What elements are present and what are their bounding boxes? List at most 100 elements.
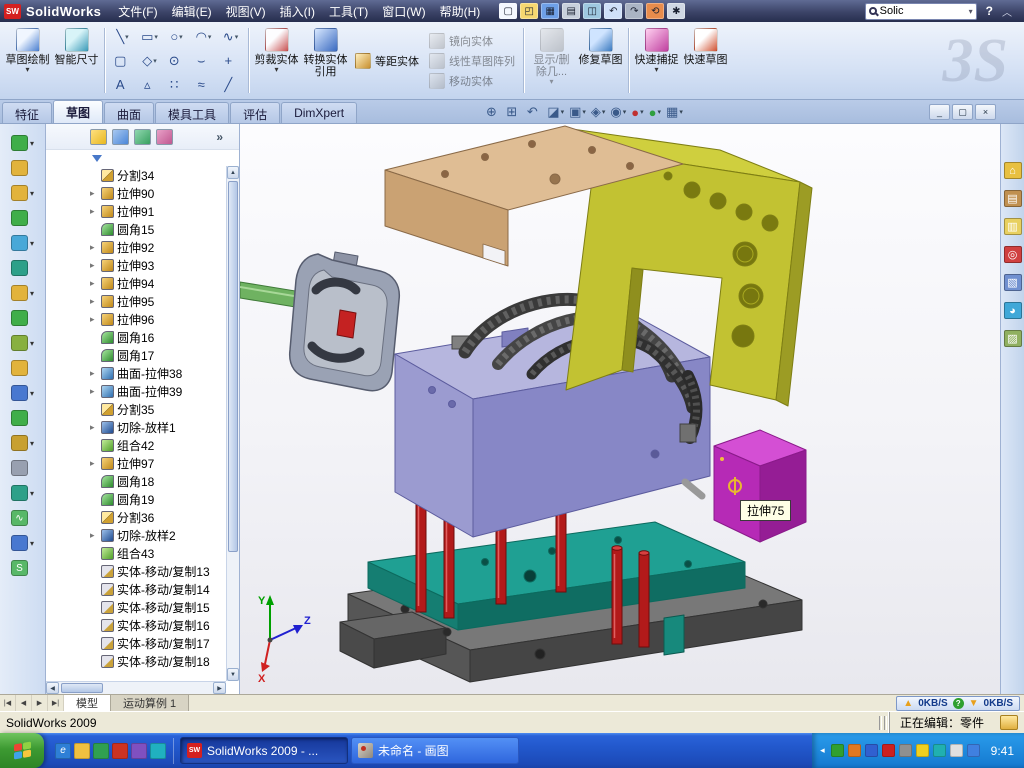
- sketch-tool-button[interactable]: ▭▾: [136, 25, 163, 49]
- offset-entities-button[interactable]: 等距实体: [351, 52, 423, 70]
- hide-show-items-icon[interactable]: ◉▾: [610, 104, 626, 120]
- model-tab[interactable]: 模型: [64, 695, 111, 711]
- expand-arrow-icon[interactable]: ▸: [90, 422, 98, 433]
- restore-button[interactable]: ▢: [952, 104, 973, 120]
- tree-item[interactable]: ▸ 组合42: [90, 436, 226, 454]
- appearances-scenes-icon[interactable]: ◕: [1004, 302, 1022, 319]
- dropdown-arrow-icon[interactable]: ▾: [30, 389, 34, 398]
- feature-toolbar-button[interactable]: S ▾: [11, 559, 34, 577]
- convert-entities-button[interactable]: 转换实体引用: [302, 24, 349, 97]
- tree-item[interactable]: ▸ 拉伸92: [90, 238, 226, 256]
- tray-icon[interactable]: [967, 744, 980, 757]
- task-button-solidworks[interactable]: SW SolidWorks 2009 - ...: [180, 737, 348, 764]
- tree-item[interactable]: ▸ 拉伸93: [90, 256, 226, 274]
- feature-toolbar-button[interactable]: ▾: [11, 134, 34, 152]
- tree-item[interactable]: ▸ 拉伸94: [90, 274, 226, 292]
- quick-launch-icon[interactable]: e: [55, 743, 71, 759]
- tray-icon[interactable]: [882, 744, 895, 757]
- tab-scroll-button[interactable]: ▶|: [48, 695, 64, 711]
- dropdown-arrow-icon[interactable]: ▾: [30, 539, 34, 548]
- rebuild-icon[interactable]: ⟲: [646, 3, 664, 19]
- dropdown-arrow-icon[interactable]: ▾: [30, 339, 34, 348]
- feature-toolbar-button[interactable]: ▾: [11, 534, 34, 552]
- undo-icon[interactable]: ↶: [604, 3, 622, 19]
- tree-item[interactable]: ▸ 切除-放样2: [90, 526, 226, 544]
- scrollbar-thumb[interactable]: [228, 181, 238, 552]
- feature-toolbar-button[interactable]: ▾: [11, 159, 34, 177]
- tray-icon[interactable]: [831, 744, 844, 757]
- scrollbar-thumb[interactable]: [61, 683, 103, 693]
- feature-toolbar-button[interactable]: ▾: [11, 309, 34, 327]
- design-library-icon[interactable]: ▤: [1004, 190, 1022, 207]
- dropdown-arrow-icon[interactable]: ▾: [30, 489, 34, 498]
- sketch-tool-button[interactable]: ╲▾: [109, 25, 136, 49]
- dimxpert-manager-tab-icon[interactable]: [156, 129, 173, 145]
- expand-arrow-icon[interactable]: ▸: [90, 260, 98, 271]
- expand-arrow-icon[interactable]: ▸: [90, 242, 98, 253]
- dropdown-arrow-icon[interactable]: ▾: [30, 189, 34, 198]
- redo-icon[interactable]: ↷: [625, 3, 643, 19]
- edit-appearance-icon[interactable]: ●▾: [631, 105, 643, 120]
- commandmanager-tab[interactable]: 评估: [230, 102, 280, 123]
- apply-scene-icon[interactable]: ●▾: [649, 105, 661, 120]
- tree-item[interactable]: ▸ 拉伸97: [90, 454, 226, 472]
- dropdown-arrow-icon[interactable]: ▾: [30, 239, 34, 248]
- linear-sketch-pattern-button[interactable]: 线性草图阵列: [425, 52, 519, 70]
- tree-item[interactable]: ▸ 切除-放样1: [90, 418, 226, 436]
- scroll-down-button[interactable]: ▼: [227, 668, 239, 681]
- quick-launch-icon[interactable]: [131, 743, 147, 759]
- sketch-status-icon[interactable]: [1000, 715, 1018, 730]
- tree-item[interactable]: ▸ 分割36: [90, 508, 226, 526]
- section-view-icon[interactable]: ◪▾: [547, 104, 564, 120]
- expand-arrow-icon[interactable]: ▸: [90, 458, 98, 469]
- tab-scroll-button[interactable]: ◀: [16, 695, 32, 711]
- commandmanager-tab[interactable]: 曲面: [104, 102, 154, 123]
- search-results-icon[interactable]: ◎: [1004, 246, 1022, 263]
- tray-icon[interactable]: [950, 744, 963, 757]
- tree-item[interactable]: ▸ 曲面-拉伸39: [90, 382, 226, 400]
- feature-toolbar-button[interactable]: ▾: [11, 209, 34, 227]
- feature-toolbar-button[interactable]: ▾: [11, 234, 34, 252]
- expand-arrow-icon[interactable]: ▸: [90, 314, 98, 325]
- tray-icon[interactable]: [933, 744, 946, 757]
- expand-arrow-icon[interactable]: ▸: [90, 530, 98, 541]
- tree-item[interactable]: ▸ 实体-移动/复制15: [90, 598, 226, 616]
- menu-item[interactable]: 窗口(W): [375, 1, 432, 22]
- expand-arrow-icon[interactable]: ▸: [90, 188, 98, 199]
- menu-item[interactable]: 文件(F): [111, 1, 164, 22]
- view-orientation-icon[interactable]: ▣▾: [569, 104, 586, 120]
- expand-arrow-icon[interactable]: ▸: [90, 206, 98, 217]
- file-explorer-icon[interactable]: ▥: [1004, 218, 1022, 235]
- quick-launch-icon[interactable]: [74, 743, 90, 759]
- tree-item[interactable]: ▸ 拉伸90: [90, 184, 226, 202]
- scroll-left-button[interactable]: ◀: [46, 682, 59, 694]
- sketch-tool-button[interactable]: ▵▾: [136, 73, 163, 97]
- tree-horizontal-scrollbar[interactable]: ◀ ▶: [46, 681, 226, 694]
- commandmanager-tab[interactable]: 模具工具: [155, 102, 229, 123]
- tray-icon[interactable]: [899, 744, 912, 757]
- print-preview-icon[interactable]: ◫: [583, 3, 601, 19]
- repair-sketch-button[interactable]: 修复草图: [577, 24, 624, 97]
- display-style-icon[interactable]: ◈▾: [591, 104, 606, 120]
- tree-item[interactable]: ▸ 拉伸95: [90, 292, 226, 310]
- commandmanager-tab[interactable]: 特征: [2, 102, 52, 123]
- tray-icon[interactable]: [865, 744, 878, 757]
- smart-dimension-button[interactable]: 智能尺寸: [53, 24, 100, 97]
- tree-item[interactable]: ▸ 实体-移动/复制17: [90, 634, 226, 652]
- tree-item[interactable]: ▸ 圆角17: [90, 346, 226, 364]
- task-button-paint[interactable]: 未命名 - 画图: [351, 737, 519, 764]
- commandmanager-tab[interactable]: DimXpert: [281, 102, 357, 123]
- tree-item[interactable]: ▸ 拉伸91: [90, 202, 226, 220]
- sketch-tool-button[interactable]: ≈▾: [190, 73, 217, 97]
- tree-item[interactable]: ▸ 实体-移动/复制18: [90, 652, 226, 670]
- feature-toolbar-button[interactable]: ∿ ▾: [11, 509, 34, 527]
- graphics-area[interactable]: Y Z X 拉伸75: [240, 124, 1000, 694]
- sketch-tool-button[interactable]: ∷▾: [163, 73, 190, 97]
- feature-toolbar-button[interactable]: ▾: [11, 459, 34, 477]
- tree-item[interactable]: ▸ 圆角15: [90, 220, 226, 238]
- sketch-draw-button[interactable]: 草图绘制 ▾: [4, 24, 51, 97]
- quick-launch-icon[interactable]: [112, 743, 128, 759]
- close-button[interactable]: ×: [975, 104, 996, 120]
- tray-hidden-icons-chevron[interactable]: ◂: [820, 745, 825, 756]
- menu-item[interactable]: 插入(I): [273, 1, 322, 22]
